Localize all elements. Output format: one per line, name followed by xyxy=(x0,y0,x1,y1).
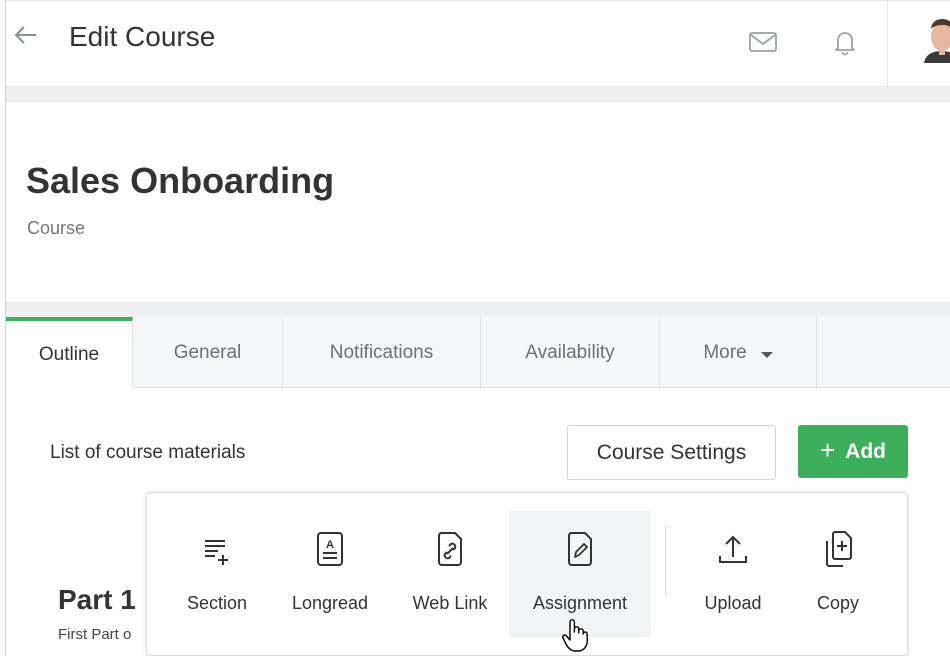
tab-availability[interactable]: Availability xyxy=(481,317,660,388)
add-menu: Section A Longread Web Link Assignment U… xyxy=(146,492,908,656)
tab-label: More xyxy=(703,341,747,363)
tab-label: General xyxy=(173,341,242,363)
materials-list-label: List of course materials xyxy=(50,442,246,463)
tab-more[interactable]: More xyxy=(660,317,817,388)
tab-label: Notifications xyxy=(329,341,434,363)
menu-item-section[interactable]: Section xyxy=(171,511,263,637)
upload-icon xyxy=(719,535,747,563)
topbar-divider xyxy=(887,1,888,87)
menu-item-web-link[interactable]: Web Link xyxy=(397,511,503,637)
course-title: Sales Onboarding xyxy=(26,160,335,201)
course-header: Sales Onboarding Course xyxy=(6,102,950,302)
part-description: First Part o xyxy=(58,626,132,643)
back-arrow-icon[interactable] xyxy=(12,21,40,49)
copy-icon xyxy=(826,531,852,567)
menu-item-label: Copy xyxy=(816,593,860,613)
add-button-label: Add xyxy=(845,439,886,463)
course-type-label: Course xyxy=(27,218,86,238)
tab-label: Outline xyxy=(38,344,100,365)
tab-outline[interactable]: Outline xyxy=(6,317,133,389)
avatar[interactable] xyxy=(918,15,950,63)
caret-down-icon xyxy=(760,351,773,358)
menu-item-label: Upload xyxy=(704,593,762,613)
separator-band xyxy=(6,86,950,102)
menu-item-label: Web Link xyxy=(412,593,488,613)
mail-icon[interactable] xyxy=(748,27,778,57)
section-add-icon xyxy=(205,540,228,565)
assignment-icon xyxy=(568,532,592,566)
svg-text:A: A xyxy=(326,539,334,551)
separator-band xyxy=(6,302,950,318)
top-bar: Edit Course xyxy=(6,0,950,87)
menu-item-longread[interactable]: A Longread xyxy=(277,511,383,637)
tab-bar: Outline General Notifications Availabili… xyxy=(6,317,950,389)
hand-cursor-icon xyxy=(562,619,588,652)
tab-notifications[interactable]: Notifications xyxy=(283,317,481,388)
part-title: Part 1 xyxy=(58,584,136,615)
page-title: Edit Course xyxy=(69,21,216,52)
menu-item-upload[interactable]: Upload xyxy=(683,511,783,637)
menu-item-copy[interactable]: Copy xyxy=(793,511,883,637)
menu-item-label: Section xyxy=(186,593,248,613)
menu-item-label: Assignment xyxy=(532,593,628,613)
longread-icon: A xyxy=(317,532,343,566)
tab-general[interactable]: General xyxy=(133,317,283,388)
bell-icon[interactable] xyxy=(830,27,860,57)
menu-item-label: Longread xyxy=(291,593,369,613)
window-edge xyxy=(5,0,6,656)
tab-label: Availability xyxy=(525,341,615,363)
add-button[interactable]: + Add xyxy=(798,425,908,478)
menu-divider xyxy=(665,525,666,597)
web-link-icon xyxy=(438,532,462,566)
course-settings-button[interactable]: Course Settings xyxy=(567,425,776,480)
plus-icon: + xyxy=(819,434,836,465)
